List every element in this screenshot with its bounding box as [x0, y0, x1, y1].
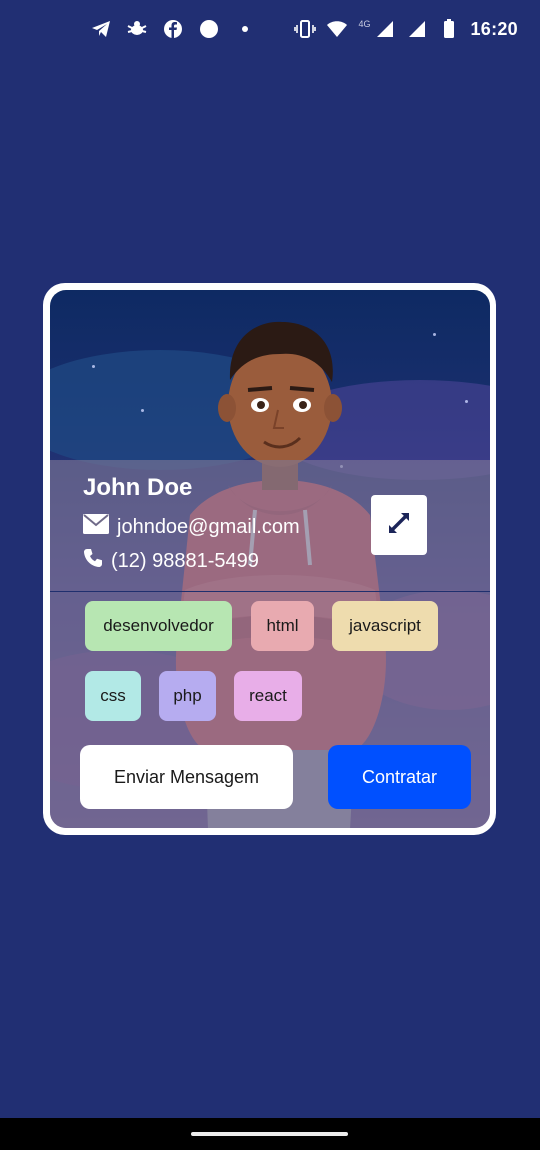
signal-icon	[406, 18, 428, 40]
facebook-icon	[162, 18, 184, 40]
tag-label: javascript	[349, 616, 421, 635]
hire-label: Contratar	[361, 766, 438, 787]
dot-icon	[234, 18, 256, 40]
network-type: 4G	[358, 19, 371, 29]
tag-php[interactable]: php	[159, 671, 216, 721]
star	[92, 365, 95, 368]
tag-desenvolvedor[interactable]: desenvolvedor	[85, 601, 232, 651]
profile-card: John Doe johndoe@gmail.com (12) 98881-54…	[50, 290, 490, 828]
clock: 16:20	[470, 18, 518, 39]
email-text[interactable]: johndoe@gmail.com	[117, 516, 300, 539]
status-bar: 4G 16:20	[0, 0, 540, 62]
expand-button[interactable]	[371, 495, 427, 555]
phone-icon	[83, 548, 103, 574]
tag-label: react	[249, 686, 287, 705]
tag-label: css	[100, 686, 126, 705]
bug-icon	[126, 18, 148, 40]
tag-html[interactable]: html	[251, 601, 314, 651]
tag-javascript[interactable]: javascript	[332, 601, 438, 651]
battery-icon	[438, 18, 460, 40]
tag-label: php	[173, 686, 202, 705]
tag-react[interactable]: react	[234, 671, 302, 721]
hire-button[interactable]: Contratar	[328, 745, 471, 809]
phone-text[interactable]: (12) 98881-5499	[111, 550, 259, 573]
expand-icon	[386, 510, 412, 541]
envelope-icon	[83, 514, 109, 540]
send-message-label: Enviar Mensagem	[113, 766, 260, 787]
signal-icon	[374, 18, 396, 40]
email-row: johndoe@gmail.com	[83, 514, 300, 540]
send-message-button[interactable]: Enviar Mensagem	[80, 745, 293, 809]
circle-icon	[198, 18, 220, 40]
home-gesture-handle[interactable]	[191, 1132, 348, 1136]
star	[433, 333, 436, 336]
vibrate-icon	[294, 18, 317, 40]
system-icons: 4G 16:20	[294, 18, 518, 40]
tag-label: desenvolvedor	[103, 616, 214, 635]
star	[465, 400, 468, 403]
star	[141, 409, 144, 412]
wifi-icon	[326, 18, 348, 40]
divider	[50, 591, 490, 592]
navigation-bar	[0, 1118, 540, 1150]
tag-css[interactable]: css	[85, 671, 141, 721]
profile-name: John Doe	[83, 474, 193, 501]
tag-label: html	[266, 616, 299, 635]
phone-row: (12) 98881-5499	[83, 548, 259, 574]
notification-icons	[90, 18, 256, 40]
telegram-icon	[90, 18, 112, 40]
